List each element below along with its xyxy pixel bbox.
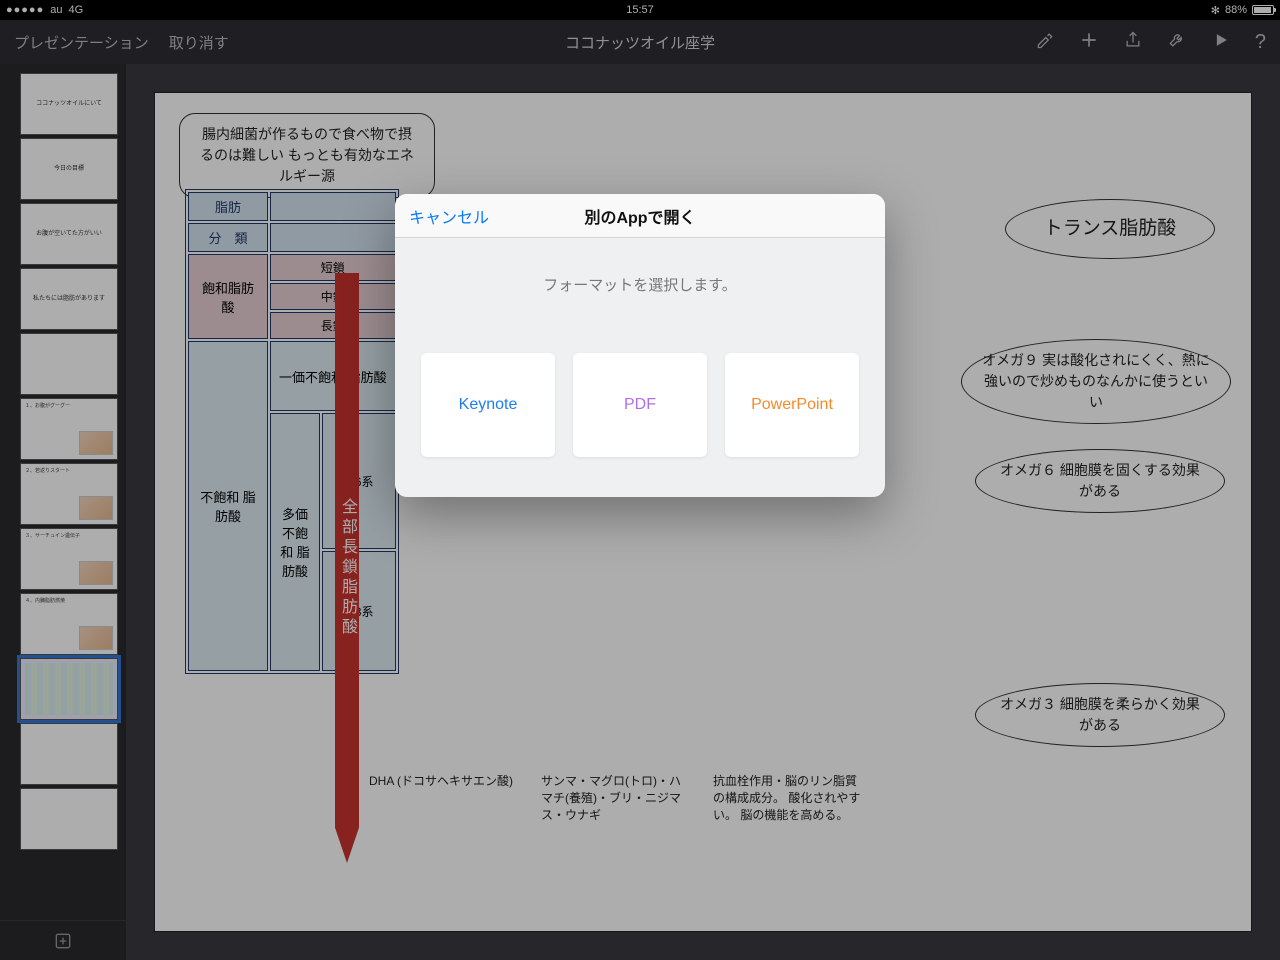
sheet-title: 別のAppで開く [584,204,695,228]
format-pdf-tile[interactable]: PDF [573,353,707,457]
format-keynote-tile[interactable]: Keynote [421,353,555,457]
format-prompt: フォーマットを選択します。 [417,274,863,295]
format-powerpoint-tile[interactable]: PowerPoint [725,353,859,457]
cancel-button[interactable]: キャンセル [409,204,489,228]
open-in-another-app-sheet: キャンセル 別のAppで開く フォーマットを選択します。 Keynote PDF… [395,194,885,497]
